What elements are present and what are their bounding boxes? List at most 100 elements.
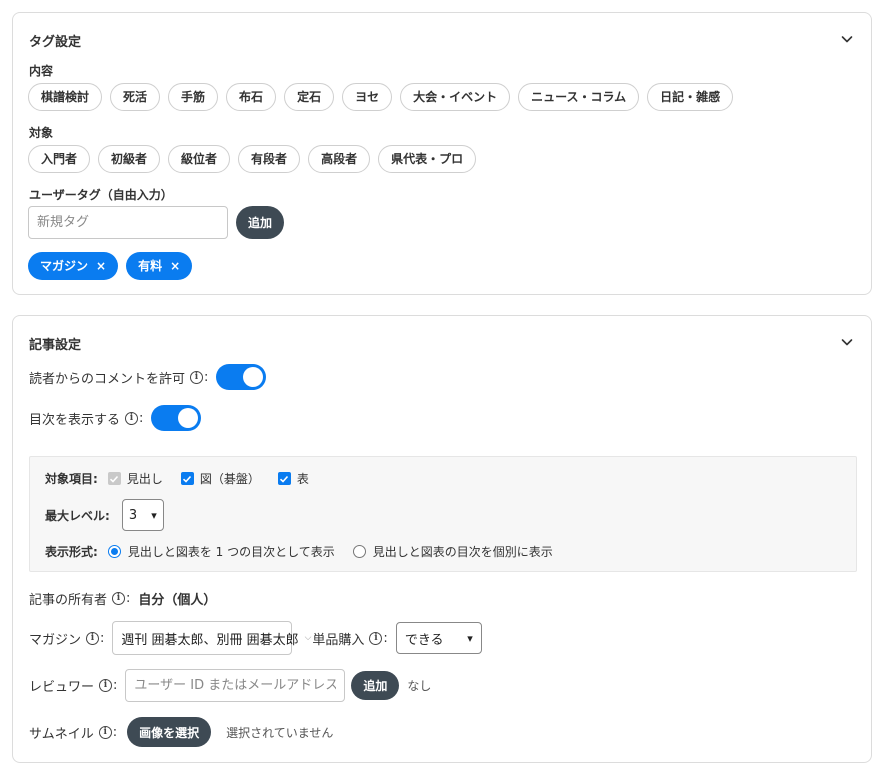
info-icon[interactable]: i	[86, 631, 100, 645]
add-tag-button[interactable]: 追加	[236, 206, 284, 239]
colon: :	[113, 678, 118, 693]
target-tag-chip[interactable]: 県代表・プロ	[378, 145, 477, 173]
content-label: 内容	[29, 64, 54, 78]
close-icon[interactable]: ×	[170, 252, 180, 280]
info-icon[interactable]: i	[98, 725, 112, 739]
reviewer-input[interactable]	[125, 669, 346, 702]
allow-comments-label: 読者からのコメントを許可	[29, 371, 186, 387]
checkbox-icon[interactable]	[180, 472, 194, 485]
content-tag-chip[interactable]: 大会・イベント	[400, 83, 511, 111]
content-tag-list: 棋譜検討 死活 手筋 布石 定石 ヨセ 大会・イベント ニュース・コラム 日記・雑感	[28, 83, 734, 111]
content-tag-chip[interactable]: 手筋	[168, 83, 219, 111]
show-toc-row: 目次を表示する i :	[29, 405, 202, 431]
content-tag-chip[interactable]: ニュース・コラム	[518, 83, 640, 111]
toc-item-label: 表	[296, 472, 309, 486]
toc-item-table[interactable]: 表	[277, 470, 309, 487]
target-tag-chip[interactable]: 初級者	[98, 145, 161, 173]
article-settings-title: 記事設定	[29, 338, 82, 353]
format-option-combined[interactable]: 見出しと図表を 1 つの目次として表示	[107, 543, 335, 560]
content-tag-chip[interactable]: ヨセ	[342, 83, 393, 111]
target-tag-chip[interactable]: 高段者	[308, 145, 371, 173]
single-purchase-select[interactable]: できる ▾	[395, 622, 482, 654]
chevron-down-icon: ⌵	[304, 633, 312, 643]
checkbox-icon[interactable]	[277, 472, 291, 485]
toc-item-label: 図（碁盤）	[199, 472, 260, 486]
owner-row: 記事の所有者 i : 自分（個人）	[29, 588, 216, 608]
colon: :	[126, 590, 131, 606]
magazine-value: 週刊 囲碁太郎、別冊 囲碁太郎	[121, 632, 299, 648]
user-tag-chip: マガジン ×	[28, 252, 119, 280]
thumbnail-row: サムネイル i : 画像を選択 選択されていません	[29, 717, 333, 747]
content-tag-chip[interactable]: 死活	[110, 83, 161, 111]
radio-icon[interactable]	[107, 545, 121, 558]
single-purchase-value: できる	[404, 632, 444, 648]
target-label: 対象	[29, 126, 54, 140]
toggle-knob	[243, 367, 264, 387]
toc-item-label: 見出し	[126, 472, 163, 486]
format-option-separate[interactable]: 見出しと図表の目次を個別に表示	[352, 543, 553, 560]
new-tag-input[interactable]	[28, 206, 228, 239]
show-toc-label: 目次を表示する	[29, 412, 121, 428]
content-tag-chip[interactable]: 棋譜検討	[28, 83, 103, 111]
info-icon[interactable]: i	[369, 631, 383, 645]
max-level-value: 3	[128, 507, 138, 523]
target-tag-chip[interactable]: 有段者	[238, 145, 301, 173]
toc-item-heading[interactable]: 見出し	[107, 470, 163, 487]
user-tag-list: マガジン × 有料 ×	[28, 252, 193, 280]
info-icon[interactable]: i	[99, 679, 113, 692]
magazine-label: マガジン	[29, 632, 82, 648]
user-tag-label: マガジン	[40, 259, 89, 273]
content-tag-chip[interactable]: 定石	[284, 83, 335, 111]
toc-items-label: 対象項目:	[45, 472, 98, 486]
info-icon[interactable]: i	[125, 411, 139, 425]
thumbnail-label: サムネイル	[29, 726, 94, 742]
single-purchase-label: 単品購入	[312, 632, 365, 648]
max-level-select[interactable]: 3 ▾	[121, 499, 164, 531]
checkbox-icon[interactable]	[107, 472, 121, 485]
magazine-select[interactable]: 週刊 囲碁太郎、別冊 囲碁太郎 ⌵	[112, 621, 312, 655]
add-reviewer-button[interactable]: 追加	[351, 671, 400, 700]
close-icon[interactable]: ×	[96, 252, 106, 280]
user-tag-label: ユーザータグ（自由入力）	[29, 188, 173, 202]
user-tag-chip: 有料 ×	[126, 252, 193, 280]
reviewer-label: レビュワー	[29, 680, 95, 695]
toc-options-panel: 対象項目: 見出し 図（碁盤） 表 最大レベル: 3 ▾ 表示形式: 見出しと図…	[29, 456, 857, 572]
format-option-label: 見出しと図表を 1 つの目次として表示	[127, 545, 335, 559]
colon: :	[139, 410, 144, 426]
reviewer-none: なし	[407, 679, 432, 693]
allow-comments-row: 読者からのコメントを許可 i :	[29, 364, 267, 390]
chevron-down-icon[interactable]	[839, 31, 855, 47]
content-tag-chip[interactable]: 日記・雑感	[647, 83, 734, 111]
allow-comments-toggle[interactable]	[216, 364, 267, 390]
radio-dot	[110, 548, 118, 555]
toc-item-board[interactable]: 図（碁盤）	[180, 470, 260, 487]
info-icon[interactable]: i	[112, 591, 126, 605]
colon: :	[100, 630, 105, 646]
info-icon[interactable]: i	[190, 370, 204, 384]
toc-max-level-label: 最大レベル:	[45, 508, 110, 523]
reviewer-row: レビュワー i : 追加 なし	[29, 669, 431, 702]
colon: :	[383, 630, 388, 646]
toc-max-level-row: 最大レベル: 3 ▾	[45, 499, 164, 531]
article-settings-card: 記事設定 読者からのコメントを許可 i : 目次を表示する i : 対象項目: …	[12, 315, 872, 763]
owner-label: 記事の所有者	[29, 592, 108, 608]
toc-format-label: 表示形式:	[45, 545, 98, 559]
toggle-knob	[178, 408, 199, 428]
target-tag-chip[interactable]: 級位者	[168, 145, 231, 173]
tag-settings-card: タグ設定 内容 棋譜検討 死活 手筋 布石 定石 ヨセ 大会・イベント ニュース・コラム 日記・…	[12, 12, 872, 295]
content-tag-chip[interactable]: 布石	[226, 83, 277, 111]
user-tag-label: 有料	[138, 259, 163, 273]
colon: :	[204, 369, 209, 385]
toc-items-row: 対象項目: 見出し 図（碁盤） 表	[45, 470, 327, 487]
target-tag-chip[interactable]: 入門者	[28, 145, 91, 173]
chevron-down-icon[interactable]	[839, 334, 855, 350]
colon: :	[112, 724, 118, 740]
select-image-button[interactable]: 画像を選択	[127, 717, 212, 747]
owner-value: 自分（個人）	[138, 592, 217, 608]
chevron-down-icon: ▾	[467, 631, 473, 645]
format-option-label: 見出しと図表の目次を個別に表示	[372, 545, 553, 559]
thumbnail-status: 選択されていません	[226, 725, 334, 740]
chevron-down-icon: ▾	[151, 508, 157, 522]
show-toc-toggle[interactable]	[151, 405, 202, 431]
radio-icon[interactable]	[352, 545, 366, 558]
